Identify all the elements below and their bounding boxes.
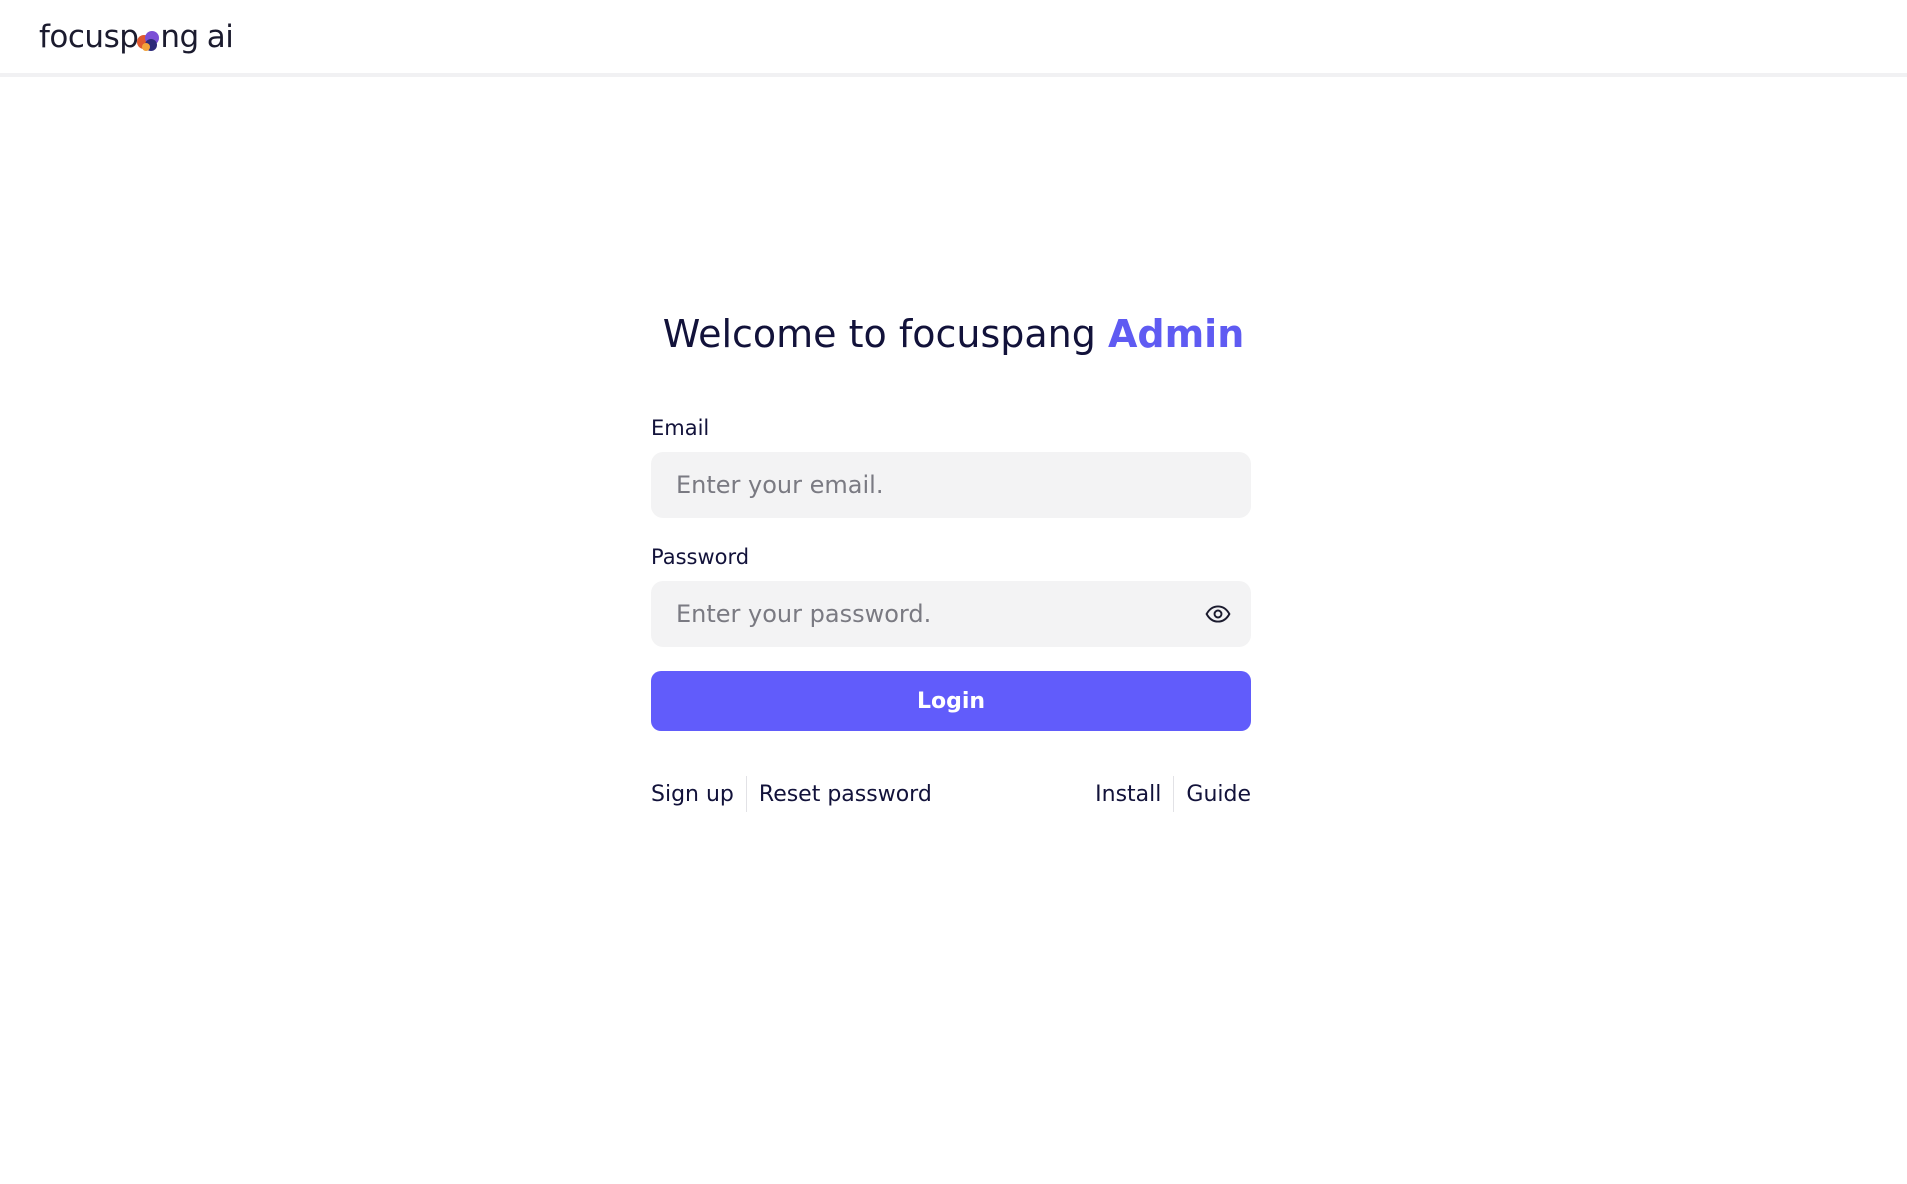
install-link[interactable]: Install: [1095, 782, 1161, 807]
logo[interactable]: focusp ng ai: [39, 14, 234, 60]
email-label: Email: [651, 416, 710, 440]
title-text: Welcome to focuspang: [662, 312, 1096, 356]
logo-text-prefix: focusp: [39, 19, 139, 55]
help-links: Install Guide: [1095, 776, 1251, 812]
email-field[interactable]: [651, 452, 1251, 518]
logo-text-middle: ng: [160, 19, 199, 55]
signup-link[interactable]: Sign up: [651, 782, 734, 807]
title-accent: Admin: [1107, 312, 1245, 356]
eye-icon[interactable]: [1205, 601, 1231, 627]
password-field[interactable]: [651, 581, 1251, 647]
login-button[interactable]: Login: [651, 671, 1251, 731]
colorful-logo-icon: [136, 26, 162, 52]
password-field-container: [651, 581, 1251, 647]
logo-text-suffix: ai: [206, 19, 234, 55]
divider: [1173, 776, 1175, 812]
password-label: Password: [651, 545, 750, 569]
divider: [745, 776, 747, 812]
email-field-container: [651, 452, 1251, 518]
auth-links: Sign up Reset password: [651, 776, 932, 812]
page-title: Welcome to focuspang Admin: [0, 312, 1907, 356]
reset-password-link[interactable]: Reset password: [759, 782, 932, 807]
guide-link[interactable]: Guide: [1186, 782, 1251, 807]
top-bar: focusp ng ai: [0, 0, 1907, 77]
